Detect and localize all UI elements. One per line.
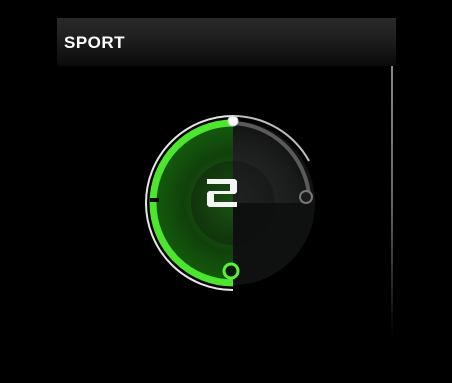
top-knob-icon[interactable]	[227, 115, 239, 127]
mode-title: SPORT	[64, 33, 126, 52]
bottom-knob-icon[interactable]	[222, 262, 240, 280]
gear-digit-glyph	[207, 179, 237, 207]
left-tick	[150, 198, 159, 202]
right-divider	[391, 66, 393, 336]
right-knob-icon[interactable]	[299, 190, 313, 204]
mode-header: SPORT	[57, 18, 396, 66]
gear-value-text: 2	[205, 177, 206, 178]
gear-value-display: 2	[205, 177, 239, 214]
